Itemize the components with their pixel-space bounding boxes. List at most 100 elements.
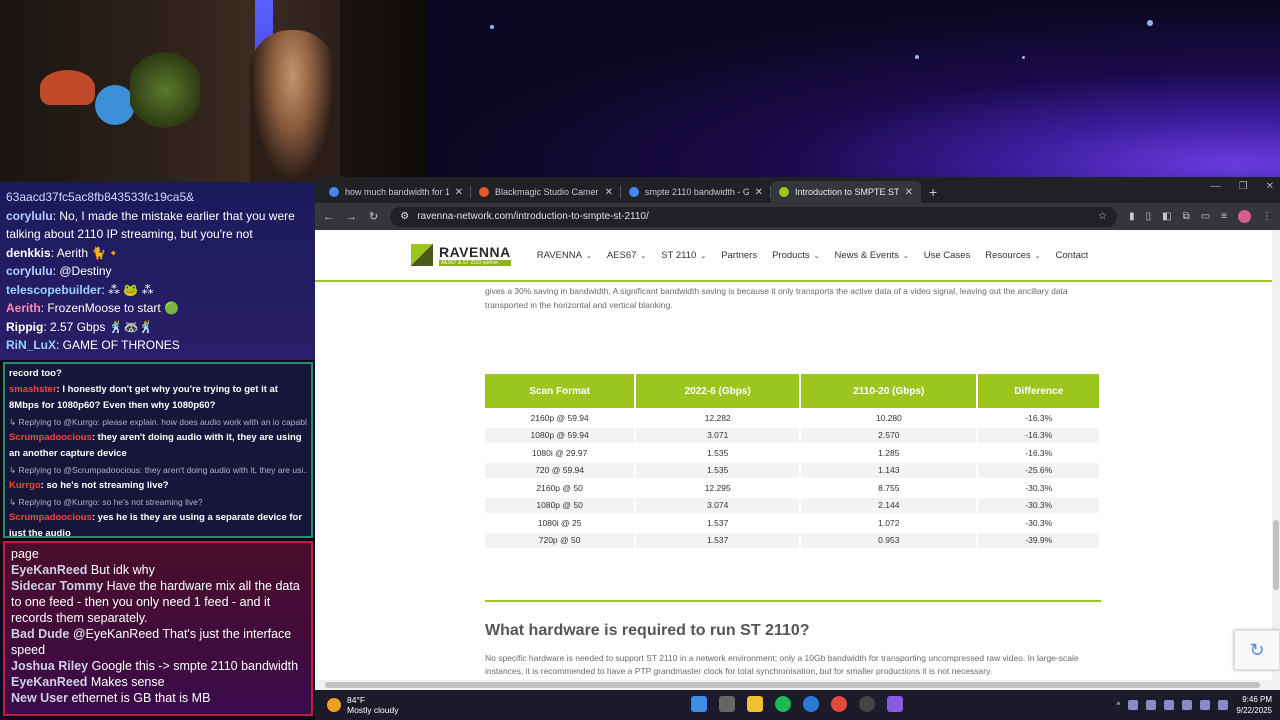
date: 9/22/2025	[1236, 706, 1272, 715]
chat-reply: ↳ Replying to @Scrumpadoocious: they are…	[9, 462, 307, 478]
maximize-icon[interactable]: ❐	[1239, 181, 1248, 192]
vertical-scrollbar[interactable]	[1272, 230, 1280, 690]
chat-reply: ↳ Replying to @Kurrgo: so he's not strea…	[9, 494, 307, 510]
chat-username[interactable]: Scrumpadoocious	[9, 512, 92, 523]
chat-username[interactable]: Joshua Riley	[11, 659, 88, 673]
microphone-arm	[340, 0, 427, 182]
chat-username[interactable]: corylulu	[6, 209, 53, 223]
tray-icon[interactable]	[1164, 700, 1175, 710]
forward-icon[interactable]: →	[346, 211, 357, 223]
chat-username[interactable]: RiN_LuX	[6, 338, 56, 352]
browser-tab[interactable]: smpte 2110 bandwidth - Googl ✕	[621, 181, 771, 203]
browser-tab[interactable]: Blackmagic Studio Camera - Te ✕	[471, 181, 621, 203]
table-cell: 3.074	[636, 497, 800, 513]
nav-item[interactable]: Use Cases	[924, 250, 970, 261]
chat-username[interactable]: New User	[11, 691, 68, 705]
nav-label: ST 2110	[661, 249, 697, 261]
table-row: 1080p @ 50 3.074 2.144 -30.3%	[485, 497, 1099, 513]
streamer	[250, 30, 335, 182]
chat-text: Google this -> smpte 2110 bandwidth	[88, 659, 299, 673]
extension-icon[interactable]: ▯	[1146, 211, 1152, 222]
table-cell: -30.3%	[978, 515, 1099, 531]
clock[interactable]: 9:46 PM 9/22/2025	[1236, 694, 1272, 716]
system-tray: ^ 9:46 PM 9/22/2025	[1117, 694, 1272, 716]
url-field[interactable]: ⚙ ravenna-network.com/introduction-to-sm…	[390, 206, 1118, 227]
chat-username[interactable]: corylulu	[6, 264, 53, 278]
nav-item[interactable]: Resources ⌄	[985, 250, 1040, 261]
horizontal-scrollbar[interactable]	[315, 680, 1280, 690]
spotify-icon[interactable]	[775, 696, 791, 712]
sidebar-icon[interactable]: ▭	[1201, 211, 1210, 222]
close-tab-icon[interactable]: ✕	[455, 187, 463, 198]
tray-icon[interactable]	[1128, 700, 1139, 710]
chat-username[interactable]: Bad Dude	[11, 627, 69, 641]
chat-username[interactable]: Scrumpadoocious	[9, 432, 92, 443]
tab-title: how much bandwidth for 1080p	[345, 187, 449, 197]
bookmark-star-icon[interactable]: ☆	[1098, 211, 1107, 222]
hscroll-thumb[interactable]	[325, 682, 1260, 688]
nav-item[interactable]: ST 2110 ⌄	[661, 250, 706, 261]
star	[490, 25, 494, 29]
nav-label: Use Cases	[923, 249, 971, 261]
task-view-icon[interactable]	[719, 696, 735, 712]
nav-item[interactable]: News & Events ⌄	[834, 250, 908, 261]
chat-panel-middle: record too? smashster: I honestly don't g…	[3, 362, 313, 538]
reload-icon[interactable]: ↻	[369, 210, 378, 223]
table-header: Scan Format	[485, 374, 635, 408]
profile-avatar[interactable]	[1238, 210, 1251, 223]
star	[1147, 20, 1153, 26]
obs-icon[interactable]	[859, 696, 875, 712]
chat-username[interactable]: EyeKanReed	[11, 563, 87, 577]
tray-icon[interactable]	[1146, 700, 1157, 710]
close-tab-icon[interactable]: ✕	[755, 187, 763, 198]
back-icon[interactable]: ←	[323, 211, 334, 223]
nav-item[interactable]: Products ⌄	[772, 250, 819, 261]
site-info-icon[interactable]: ⚙	[400, 211, 409, 222]
nav-item[interactable]: Contact	[1056, 250, 1089, 261]
chat-text: talking about 2110 IP streaming, but you…	[6, 227, 253, 241]
chrome-icon[interactable]	[831, 696, 847, 712]
nav-item[interactable]: Partners	[721, 250, 757, 261]
chat-username[interactable]: Aerith	[6, 301, 41, 315]
minimize-icon[interactable]: —	[1211, 181, 1221, 192]
app-icon[interactable]	[887, 696, 903, 712]
wifi-icon[interactable]	[1200, 700, 1211, 710]
close-tab-icon[interactable]: ✕	[905, 187, 913, 198]
chat-username[interactable]: telescopebuilder	[6, 283, 101, 297]
puzzle-icon[interactable]: ⧉	[1183, 211, 1190, 222]
chat-username[interactable]: Kurrgo	[9, 480, 41, 491]
close-icon[interactable]: ✕	[1266, 181, 1274, 192]
close-tab-icon[interactable]: ✕	[605, 187, 613, 198]
media-icon[interactable]: ≡	[1221, 211, 1227, 222]
chat-username[interactable]: Sidecar Tommy	[11, 579, 103, 593]
weather-widget[interactable]: 84°F Mostly cloudy	[327, 695, 399, 715]
volume-icon[interactable]	[1218, 700, 1229, 710]
new-tab-button[interactable]: +	[921, 184, 945, 203]
file-explorer-icon[interactable]	[747, 696, 763, 712]
chevron-up-icon[interactable]: ^	[1117, 701, 1121, 710]
recaptcha-icon[interactable]: ↻	[1234, 630, 1280, 670]
chat-message: 63aacd37fc5ac8fb843533fc19ca5&	[6, 188, 309, 207]
tray-icon[interactable]	[1182, 700, 1193, 710]
chat-text: 63aacd37fc5ac8fb843533fc19ca5&	[6, 190, 195, 204]
extension-icon[interactable]: ◧	[1162, 211, 1171, 222]
chat-panel-top: 63aacd37fc5ac8fb843533fc19ca5& corylulu: …	[0, 182, 315, 360]
scroll-thumb[interactable]	[1273, 520, 1279, 590]
browser-tab[interactable]: Introduction to SMPTE ST 2110 ✕	[771, 181, 921, 203]
extension-icon[interactable]: ▮	[1129, 211, 1135, 222]
chat-username[interactable]: EyeKanReed	[11, 675, 87, 689]
chat-username[interactable]: denkkis	[6, 246, 51, 260]
chat-username[interactable]: Rippig	[6, 320, 43, 334]
chat-text: ↳ Replying to @Kurrgo: so he's not strea…	[9, 497, 203, 507]
tab-title: smpte 2110 bandwidth - Googl	[645, 187, 749, 197]
nav-item[interactable]: RAVENNA ⌄	[537, 250, 592, 261]
start-icon[interactable]	[691, 696, 707, 712]
menu-icon[interactable]: ⋮	[1262, 211, 1272, 222]
chat-username[interactable]: smashster	[9, 384, 57, 395]
site-logo[interactable]: RAVENNA AES67 & ST 2110 partner	[411, 244, 511, 266]
edge-icon[interactable]	[803, 696, 819, 712]
table-cell: 1.143	[801, 462, 977, 478]
chat-text: ethernet is GB that is MB	[67, 691, 211, 705]
nav-item[interactable]: AES67 ⌄	[607, 250, 646, 261]
browser-tab[interactable]: how much bandwidth for 1080p ✕	[321, 181, 471, 203]
